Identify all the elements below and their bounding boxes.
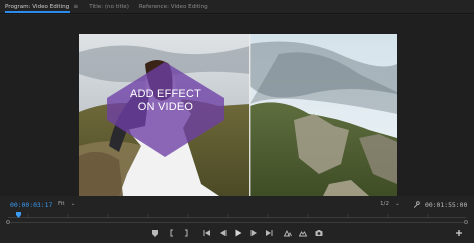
playhead-marker[interactable] (16, 212, 21, 218)
viewer-area: ADD EFFECT ON VIDEO (0, 15, 474, 196)
panel-tab-bar: Program: Video Editing ≡ Title: (no titl… (0, 0, 474, 14)
zoom-scroll-right-handle[interactable] (464, 220, 468, 224)
extract-button[interactable] (298, 228, 308, 238)
step-back-button[interactable] (218, 228, 228, 238)
export-frame-icon (315, 230, 323, 236)
add-marker-icon (152, 230, 158, 237)
panel-menu-icon[interactable]: ≡ (73, 3, 79, 10)
transport-controls (0, 226, 474, 240)
lift-icon (284, 229, 292, 237)
chevron-down-icon: ⌄ (70, 201, 76, 207)
zoom-scroll-left-handle[interactable] (6, 220, 10, 224)
go-to-in-button[interactable] (202, 228, 212, 238)
chevron-down-icon: ⌄ (395, 201, 400, 207)
step-forward-icon (250, 230, 257, 236)
export-frame-button[interactable] (314, 228, 324, 238)
playback-resolution-dropdown[interactable]: 1/2 ⌄ (380, 201, 400, 207)
tab-reference[interactable]: Reference: Video Editing (134, 0, 213, 14)
lift-button[interactable] (283, 228, 293, 238)
add-marker-button[interactable] (150, 228, 160, 238)
program-monitor: Program: Video Editing ≡ Title: (no titl… (0, 0, 474, 243)
step-forward-button[interactable] (249, 228, 259, 238)
go-to-out-icon (266, 230, 273, 236)
tab-reference-label: Reference: Video Editing (138, 3, 208, 10)
play-icon (235, 229, 242, 237)
effect-title-line2: ON VIDEO (137, 101, 194, 113)
playhead-timecode[interactable]: 00:00:03:17 (10, 201, 52, 209)
mark-out-icon (185, 229, 188, 237)
duration-timecode: 00:01:55:00 (425, 201, 468, 209)
mark-in-button[interactable] (167, 228, 177, 238)
mark-in-icon (170, 229, 173, 237)
tab-title-label: Title: (no title) (89, 3, 129, 10)
timecode-row: 00:00:03:17 Fit ⌄ 1/2 ⌄ 00:01:55:00 (0, 198, 474, 212)
extract-icon (299, 231, 307, 237)
add-button[interactable] (454, 228, 464, 238)
go-to-in-icon (203, 230, 210, 236)
zoom-scroll-track (10, 221, 464, 223)
video-frame[interactable]: ADD EFFECT ON VIDEO (79, 34, 397, 196)
mark-out-button[interactable] (181, 228, 191, 238)
effect-title-line1: ADD EFFECT (129, 88, 202, 100)
add-button-icon (456, 230, 462, 236)
playback-resolution-value: 1/2 (380, 201, 390, 207)
zoom-level-dropdown[interactable]: Fit ⌄ (58, 201, 75, 207)
wrench-icon[interactable] (413, 201, 420, 208)
zoom-level-value: Fit (58, 201, 65, 207)
tab-program[interactable]: Program: Video Editing ≡ (0, 0, 84, 14)
tab-program-label: Program: Video Editing (5, 3, 70, 10)
zoom-scroll-bar[interactable] (6, 220, 468, 224)
go-to-out-button[interactable] (264, 228, 274, 238)
step-back-icon (220, 230, 227, 236)
time-ruler[interactable] (8, 212, 466, 218)
effect-title-text[interactable]: ADD EFFECT ON VIDEO (107, 88, 224, 114)
tab-title[interactable]: Title: (no title) (84, 0, 134, 14)
play-button[interactable] (233, 228, 243, 238)
